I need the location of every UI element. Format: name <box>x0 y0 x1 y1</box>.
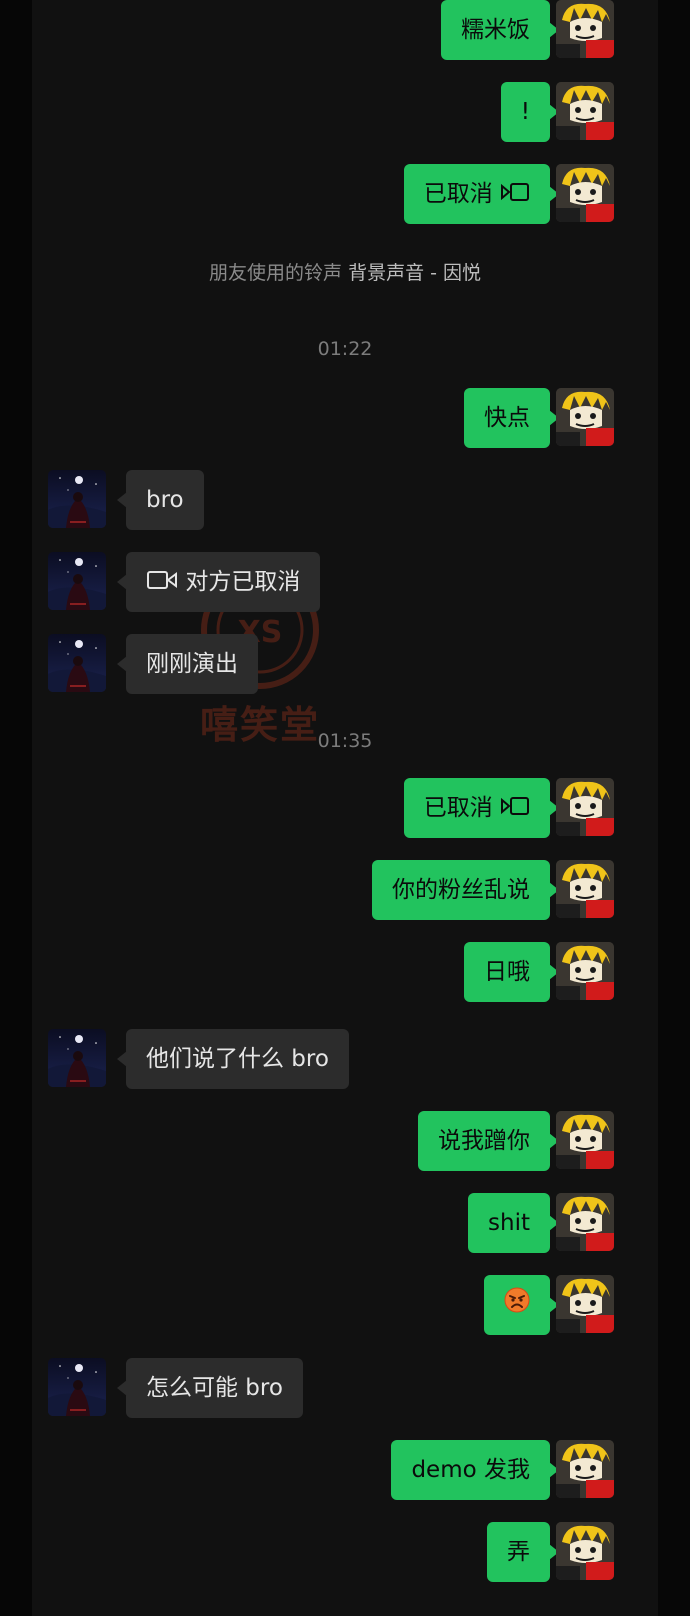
message-text: 快点 <box>484 405 530 431</box>
screen-right-edge <box>658 0 690 1616</box>
message-bubble[interactable]: 怎么可能 bro <box>117 1358 303 1418</box>
message-text: 已取消 <box>423 795 493 821</box>
friend-avatar[interactable] <box>48 470 106 528</box>
message-bubble[interactable]: 快点 <box>464 388 559 448</box>
message-bubble[interactable]: 糯米饭 <box>441 0 559 60</box>
ringtone-notice: 朋友使用的铃声 背景声音 - 因悦 <box>32 258 658 285</box>
chat-message-outgoing: demo 发我 <box>32 1440 658 1500</box>
message-text: ! <box>520 99 530 125</box>
message-text: 怎么可能 bro <box>146 1375 283 1401</box>
chat-message-outgoing: 说我蹭你 <box>32 1111 658 1171</box>
my-avatar[interactable] <box>556 1522 614 1580</box>
message-bubble[interactable]: 他们说了什么 bro <box>117 1029 349 1089</box>
angry-face-emoji-icon <box>504 1276 530 1336</box>
message-text: demo 发我 <box>411 1457 530 1483</box>
chat-message-outgoing: 已取消 <box>32 778 658 838</box>
chat-message-outgoing: 已取消 <box>32 164 658 224</box>
message-bubble[interactable]: 弄 <box>487 1522 559 1582</box>
my-avatar[interactable] <box>556 1193 614 1251</box>
message-bubble[interactable]: 说我蹭你 <box>418 1111 559 1171</box>
message-bubble[interactable]: ! <box>500 82 560 142</box>
chat-screen: XS 嘻笑堂 糯米饭 ! 已取消 朋友使用的铃声 背景声音 - 因悦 01:22… <box>32 0 658 1616</box>
chat-message-incoming: bro <box>32 470 658 530</box>
my-avatar[interactable] <box>556 388 614 446</box>
message-text: 他们说了什么 bro <box>146 1046 329 1072</box>
message-bubble[interactable]: 你的粉丝乱说 <box>372 860 559 920</box>
message-text: bro <box>146 487 184 513</box>
my-avatar[interactable] <box>556 82 614 140</box>
message-text: 你的粉丝乱说 <box>392 877 530 903</box>
message-text: 已取消 <box>423 181 493 207</box>
message-text: 对方已取消 <box>185 569 301 595</box>
call-record-bubble[interactable]: 对方已取消 <box>116 552 321 613</box>
chat-message-outgoing <box>32 1275 658 1335</box>
chat-message-outgoing: 糯米饭 <box>32 0 658 60</box>
my-avatar[interactable] <box>556 778 614 836</box>
friend-avatar[interactable] <box>48 552 106 610</box>
message-text: 刚刚演出 <box>146 651 238 677</box>
friend-avatar[interactable] <box>48 1029 106 1087</box>
video-call-icon <box>500 165 530 225</box>
message-text: 说我蹭你 <box>438 1128 530 1154</box>
chat-message-incoming: 刚刚演出 <box>32 634 658 694</box>
chat-message-outgoing: ! <box>32 82 658 142</box>
message-bubble[interactable]: demo 发我 <box>391 1440 559 1500</box>
chat-message-incoming: 他们说了什么 bro <box>32 1029 658 1089</box>
ringtone-song-link[interactable]: 背景声音 - 因悦 <box>348 262 481 284</box>
message-bubble[interactable]: shit <box>468 1193 559 1253</box>
call-record-bubble[interactable]: 已取消 <box>403 778 560 839</box>
video-call-icon <box>146 553 178 613</box>
chat-message-outgoing: shit <box>32 1193 658 1253</box>
message-text: shit <box>488 1210 530 1236</box>
message-text: 弄 <box>507 1539 530 1565</box>
chat-message-outgoing: 日哦 <box>32 942 658 1002</box>
ringtone-notice-prefix: 朋友使用的铃声 <box>209 262 343 284</box>
chat-message-incoming: 对方已取消 <box>32 552 658 612</box>
message-text: 日哦 <box>484 959 530 985</box>
friend-avatar[interactable] <box>48 634 106 692</box>
timestamp: 01:35 <box>317 730 373 752</box>
message-bubble[interactable]: 日哦 <box>464 942 559 1002</box>
video-call-icon <box>500 779 530 839</box>
chat-message-outgoing: 你的粉丝乱说 <box>32 860 658 920</box>
call-record-bubble[interactable]: 已取消 <box>403 164 560 225</box>
my-avatar[interactable] <box>556 860 614 918</box>
friend-avatar[interactable] <box>48 1358 106 1416</box>
emoji-bubble[interactable] <box>484 1275 559 1336</box>
my-avatar[interactable] <box>556 164 614 222</box>
timestamp: 01:22 <box>317 338 373 360</box>
message-text: 糯米饭 <box>461 17 530 43</box>
chat-message-incoming: 怎么可能 bro <box>32 1358 658 1418</box>
message-bubble[interactable]: bro <box>117 470 204 530</box>
my-avatar[interactable] <box>556 942 614 1000</box>
my-avatar[interactable] <box>556 1111 614 1169</box>
screen-left-edge <box>0 0 32 1616</box>
my-avatar[interactable] <box>556 1440 614 1498</box>
chat-message-outgoing: 弄 <box>32 1522 658 1582</box>
my-avatar[interactable] <box>556 1275 614 1333</box>
chat-message-outgoing: 快点 <box>32 388 658 448</box>
message-bubble[interactable]: 刚刚演出 <box>117 634 258 694</box>
my-avatar[interactable] <box>556 0 614 58</box>
